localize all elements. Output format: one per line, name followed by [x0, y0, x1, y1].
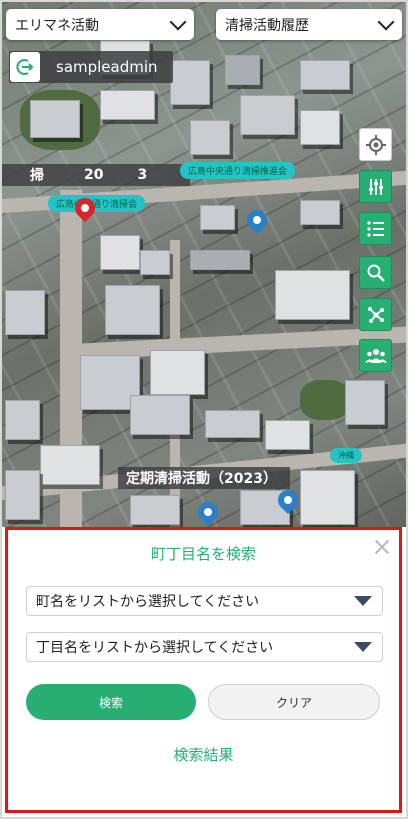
- map-building: [5, 400, 40, 440]
- network-button[interactable]: [359, 298, 392, 331]
- map-search-button[interactable]: [359, 256, 392, 289]
- group-icon: [364, 348, 387, 363]
- map-building: [100, 235, 140, 270]
- activity-type-select[interactable]: エリマネ活動: [6, 9, 194, 40]
- map-building: [345, 380, 385, 425]
- logout-icon: [16, 59, 34, 75]
- map-building: [140, 250, 170, 275]
- search-button[interactable]: 検索: [26, 684, 196, 720]
- logout-button[interactable]: [10, 52, 40, 82]
- filter-icon: [368, 178, 383, 195]
- map-building: [300, 470, 355, 525]
- location-icon: [365, 134, 386, 155]
- chome-name-select[interactable]: 丁目名をリストから選択してください: [26, 632, 383, 662]
- map-building: [265, 420, 310, 450]
- aerial-map[interactable]: 掃 20 3 広島中央通り清掃推進会 広島中央通り清掃会 沖縄 定期清掃活動（2…: [0, 0, 408, 527]
- history-type-select[interactable]: 清掃活動履歴: [216, 9, 402, 40]
- map-building: [130, 395, 190, 435]
- town-search-panel: 町丁目名を検索 町名をリストから選択してください 丁目名をリストから選択してくだ…: [5, 527, 402, 813]
- map-greenery: [300, 380, 350, 420]
- map-building: [190, 250, 250, 270]
- map-event-label: 定期清掃活動（2023）: [118, 467, 290, 489]
- map-building: [190, 120, 230, 155]
- map-area-tag-partial[interactable]: 沖縄: [330, 448, 362, 463]
- map-band-label: 掃 20 3: [0, 164, 190, 186]
- map-area-tag[interactable]: 広島中央通り清掃会: [48, 195, 146, 212]
- map-building: [30, 100, 80, 138]
- chome-name-placeholder: 丁目名をリストから選択してください: [36, 640, 274, 656]
- map-building: [275, 270, 350, 320]
- band-label-char: 掃: [30, 168, 44, 184]
- search-icon: [367, 264, 385, 282]
- chevron-down-icon: [169, 13, 187, 30]
- map-building: [105, 285, 160, 335]
- band-label-number: 20: [84, 167, 104, 183]
- map-pin-blue[interactable]: [242, 205, 272, 235]
- dropdown-arrow-icon: [354, 642, 372, 652]
- map-area-tag[interactable]: 広島中央通り清掃推進会: [180, 162, 296, 179]
- map-building: [100, 90, 155, 120]
- close-icon[interactable]: [373, 538, 391, 556]
- map-building: [240, 95, 295, 135]
- map-building: [300, 200, 340, 225]
- list-button[interactable]: [359, 212, 392, 245]
- group-button[interactable]: [359, 339, 392, 372]
- network-icon: [367, 306, 384, 323]
- map-building: [5, 470, 40, 520]
- map-building: [205, 410, 260, 438]
- map-building: [225, 55, 260, 85]
- history-type-value: 清掃活動履歴: [225, 17, 309, 34]
- map-building: [300, 60, 350, 90]
- map-building: [130, 495, 180, 525]
- filter-button[interactable]: [359, 170, 392, 203]
- town-name-select[interactable]: 町名をリストから選択してください: [26, 586, 383, 616]
- dropdown-arrow-icon: [354, 596, 372, 606]
- current-location-button[interactable]: [359, 128, 392, 161]
- clear-button[interactable]: クリア: [208, 684, 380, 720]
- map-building: [170, 60, 210, 105]
- user-chip: sampleadmin: [9, 51, 173, 83]
- map-pin-blue[interactable]: [193, 497, 223, 527]
- map-building: [5, 290, 45, 335]
- town-name-placeholder: 町名をリストから選択してください: [36, 594, 260, 610]
- activity-type-value: エリマネ活動: [15, 17, 99, 34]
- band-label-number: 3: [137, 167, 148, 183]
- map-building: [40, 445, 100, 485]
- chevron-down-icon: [377, 13, 395, 30]
- map-building: [150, 350, 205, 395]
- map-building: [300, 110, 340, 145]
- list-icon: [366, 220, 384, 237]
- panel-title: 町丁目名を検索: [150, 545, 256, 563]
- username: sampleadmin: [56, 58, 158, 76]
- search-results-label: 検索結果: [173, 746, 234, 764]
- map-building: [200, 205, 235, 230]
